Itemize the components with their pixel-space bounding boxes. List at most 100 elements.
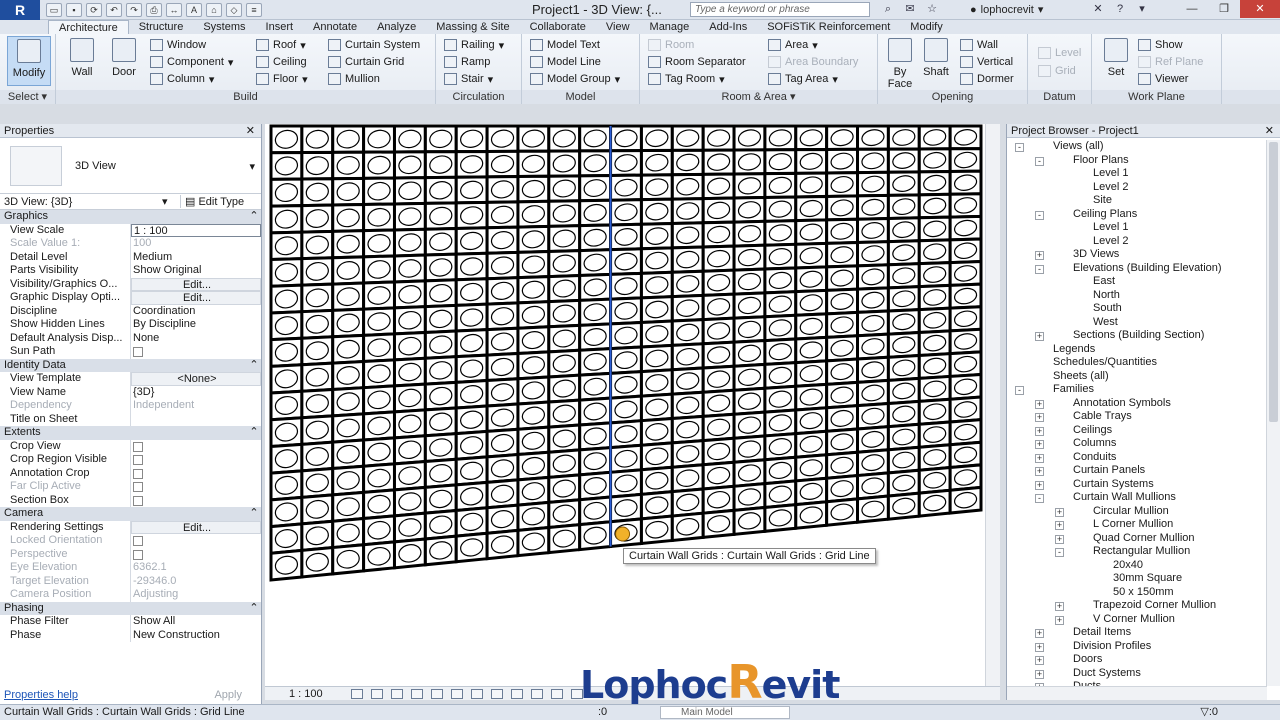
property-row[interactable]: Parts Visibility Show Original bbox=[0, 264, 261, 278]
search-icon[interactable]: ⌕ bbox=[880, 2, 896, 16]
room-button[interactable]: Room bbox=[648, 37, 694, 53]
collapse-icon[interactable]: - bbox=[1035, 494, 1044, 503]
tree-node[interactable]: + Curtain Panels bbox=[1007, 464, 1267, 478]
model-group-button[interactable]: Model Group ▾ bbox=[530, 71, 620, 87]
tree-node[interactable]: + Detail Items bbox=[1007, 626, 1267, 640]
sync-icon[interactable]: ⟳ bbox=[86, 2, 102, 17]
collapse-icon[interactable]: ⌃ bbox=[245, 602, 261, 616]
expand-icon[interactable]: + bbox=[1035, 251, 1044, 260]
tree-node[interactable]: + Duct Systems bbox=[1007, 667, 1267, 681]
collapse-icon[interactable]: ⌃ bbox=[245, 426, 261, 440]
tree-node[interactable]: West bbox=[1007, 316, 1267, 330]
tree-node[interactable]: Level 2 bbox=[1007, 235, 1267, 249]
property-row[interactable]: Default Analysis Disp... None bbox=[0, 331, 261, 345]
property-value[interactable]: By Discipline bbox=[131, 318, 261, 332]
property-value[interactable]: Edit... bbox=[131, 277, 261, 291]
tree-node[interactable]: 20x40 bbox=[1007, 559, 1267, 573]
collapse-icon[interactable]: ⌃ bbox=[245, 507, 261, 521]
show-button[interactable]: Show bbox=[1138, 37, 1183, 53]
expand-icon[interactable]: + bbox=[1035, 669, 1044, 679]
save-icon[interactable]: ▪ bbox=[66, 2, 82, 17]
browser-horizontal-scrollbar[interactable] bbox=[1007, 686, 1267, 700]
scroll-thumb[interactable] bbox=[1269, 142, 1278, 422]
expand-icon[interactable]: + bbox=[1055, 521, 1064, 530]
tree-node[interactable]: Level 1 bbox=[1007, 167, 1267, 181]
tree-node[interactable]: + Annotation Symbols bbox=[1007, 397, 1267, 411]
tab-view[interactable]: View bbox=[596, 20, 640, 34]
worksharing-icon[interactable] bbox=[550, 688, 563, 699]
wall-opening-button[interactable]: Wall bbox=[960, 37, 998, 53]
instance-filter-dropdown[interactable]: 3D View: {3D} ▾ ▤ Edit Type bbox=[0, 194, 261, 210]
property-row[interactable]: Discipline Coordination bbox=[0, 304, 261, 319]
property-row[interactable]: Phase New Construction bbox=[0, 628, 261, 643]
close-icon[interactable]: ✕ bbox=[1265, 124, 1274, 138]
property-value[interactable]: Coordination bbox=[131, 305, 261, 319]
tree-node[interactable]: + L Corner Mullion bbox=[1007, 518, 1267, 532]
collapse-icon[interactable]: - bbox=[1035, 264, 1044, 274]
lock-view-icon[interactable] bbox=[490, 688, 503, 699]
property-row[interactable]: Sun Path bbox=[0, 345, 261, 359]
modify-button[interactable]: Modify bbox=[7, 36, 51, 86]
expand-icon[interactable]: + bbox=[1035, 399, 1044, 409]
detail-level-icon[interactable] bbox=[350, 688, 363, 699]
tree-node[interactable]: Sheets (all) bbox=[1007, 370, 1267, 384]
tree-node[interactable]: Site bbox=[1007, 194, 1267, 208]
property-group-header[interactable]: Camera ⌃ bbox=[0, 507, 261, 521]
tab-insert[interactable]: Insert bbox=[256, 20, 304, 34]
tab-add-ins[interactable]: Add-Ins bbox=[699, 20, 757, 34]
wall-button[interactable]: Wall bbox=[62, 36, 102, 86]
room-area-dropdown[interactable]: Room & Area ▾ bbox=[640, 90, 877, 104]
tree-node[interactable]: + Cable Trays bbox=[1007, 410, 1267, 424]
property-value[interactable]: <None> bbox=[131, 372, 261, 386]
tree-node[interactable]: +3D Views bbox=[1007, 248, 1267, 262]
tree-node[interactable]: - Ceiling Plans bbox=[1007, 208, 1267, 222]
property-row[interactable]: Annotation Crop bbox=[0, 466, 261, 480]
sun-path-icon[interactable] bbox=[390, 688, 403, 699]
property-row[interactable]: Crop Region Visible bbox=[0, 453, 261, 467]
tree-node[interactable]: - Rectangular Mullion bbox=[1007, 545, 1267, 559]
set-button[interactable]: Set bbox=[1096, 36, 1136, 86]
door-button[interactable]: Door bbox=[104, 36, 144, 86]
3d-view-icon[interactable]: ⌂ bbox=[206, 2, 222, 17]
property-group-header[interactable]: Extents ⌃ bbox=[0, 426, 261, 440]
undo-icon[interactable]: ↶ bbox=[106, 2, 122, 17]
visual-style-icon[interactable] bbox=[370, 688, 383, 699]
properties-help-link[interactable]: Properties help bbox=[4, 689, 78, 701]
tree-node[interactable]: + Division Profiles bbox=[1007, 640, 1267, 654]
property-value[interactable] bbox=[131, 413, 261, 427]
tree-node[interactable]: Legends bbox=[1007, 343, 1267, 357]
tree-node[interactable]: + Quad Corner Mullion bbox=[1007, 532, 1267, 546]
property-row[interactable]: Eye Elevation 6362.1 bbox=[0, 561, 261, 575]
expand-icon[interactable]: + bbox=[1055, 615, 1064, 625]
tab-modify[interactable]: Modify bbox=[900, 20, 952, 34]
curtain-system-button[interactable]: Curtain System bbox=[328, 37, 420, 53]
property-row[interactable]: View Scale 1 : 100 bbox=[0, 223, 261, 237]
property-row[interactable]: Phase Filter Show All bbox=[0, 615, 261, 629]
property-row[interactable]: Graphic Display Opti... Edit... bbox=[0, 291, 261, 305]
tab-systems[interactable]: Systems bbox=[193, 20, 255, 34]
property-row[interactable]: Scale Value 1: 100 bbox=[0, 237, 261, 251]
property-value[interactable]: New Construction bbox=[131, 629, 261, 643]
collapse-icon[interactable]: - bbox=[1035, 156, 1044, 166]
help-icon[interactable]: ? bbox=[1112, 2, 1128, 16]
column-button[interactable]: Column ▾ bbox=[150, 71, 214, 87]
ramp-button[interactable]: Ramp bbox=[444, 54, 490, 70]
tree-node[interactable]: Level 1 bbox=[1007, 221, 1267, 235]
view-scale[interactable]: 1 : 100 bbox=[289, 688, 323, 700]
property-row[interactable]: Camera Position Adjusting bbox=[0, 588, 261, 602]
collapse-icon[interactable]: ⌃ bbox=[245, 359, 261, 373]
property-value[interactable]: 1 : 100 bbox=[131, 223, 261, 237]
tree-node[interactable]: North bbox=[1007, 289, 1267, 303]
expand-icon[interactable]: + bbox=[1035, 413, 1044, 422]
property-row[interactable]: Perspective bbox=[0, 547, 261, 561]
dormer-button[interactable]: Dormer bbox=[960, 71, 1014, 87]
browser-vertical-scrollbar[interactable] bbox=[1266, 140, 1280, 686]
expand-icon[interactable]: + bbox=[1035, 467, 1044, 476]
tab-collaborate[interactable]: Collaborate bbox=[520, 20, 596, 34]
close-x-icon[interactable]: ✕ bbox=[1090, 2, 1106, 16]
property-row[interactable]: Detail Level Medium bbox=[0, 250, 261, 264]
application-menu-button[interactable]: R bbox=[0, 0, 40, 20]
tree-node[interactable]: - Floor Plans bbox=[1007, 154, 1267, 168]
property-row[interactable]: Section Box bbox=[0, 493, 261, 507]
help-search-input[interactable]: Type a keyword or phrase bbox=[690, 2, 870, 17]
